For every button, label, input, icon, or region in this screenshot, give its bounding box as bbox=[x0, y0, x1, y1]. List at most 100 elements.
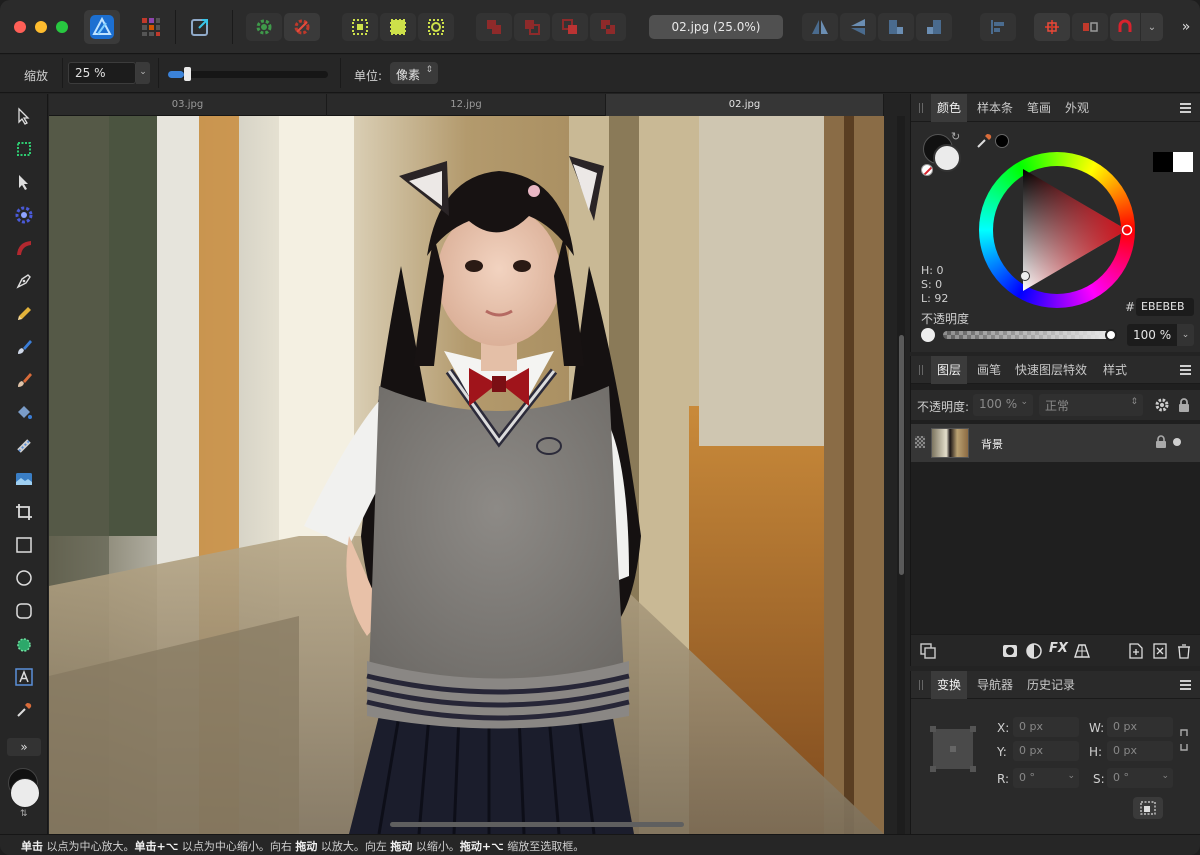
opacity-input[interactable]: 100 % bbox=[1127, 324, 1177, 346]
tab-02-jpg[interactable]: 02.jpg bbox=[606, 94, 884, 116]
vertical-scroll-thumb[interactable] bbox=[899, 335, 904, 575]
y-input[interactable]: 0 px bbox=[1013, 741, 1079, 761]
select-all-button[interactable] bbox=[342, 13, 378, 41]
visibility-checkerboard-icon[interactable] bbox=[915, 436, 925, 448]
w-input[interactable]: 0 px bbox=[1107, 717, 1173, 737]
snapping-button[interactable] bbox=[284, 13, 320, 41]
boolean-add-button[interactable] bbox=[476, 13, 512, 41]
anchor-selector[interactable] bbox=[930, 726, 976, 772]
paint-brush-tool[interactable] bbox=[10, 333, 38, 361]
settings-button[interactable] bbox=[246, 13, 282, 41]
assistant-button[interactable] bbox=[1034, 13, 1070, 41]
close-window-button[interactable] bbox=[14, 21, 26, 33]
tab-brushes[interactable]: 画笔 bbox=[971, 356, 1007, 384]
primary-colour-swatch[interactable] bbox=[10, 778, 40, 808]
node-tool[interactable] bbox=[10, 168, 38, 196]
panel-grip-icon[interactable] bbox=[919, 365, 923, 375]
flip-vertical-button[interactable] bbox=[840, 13, 876, 41]
group-layers-icon[interactable] bbox=[1151, 642, 1169, 660]
tab-styles[interactable]: 样式 bbox=[1097, 356, 1133, 384]
selection-brush-tool[interactable] bbox=[10, 630, 38, 658]
fx-icon[interactable]: FX bbox=[1049, 641, 1068, 656]
minimize-window-button[interactable] bbox=[35, 21, 47, 33]
boolean-xor-button[interactable] bbox=[590, 13, 626, 41]
healing-brush-tool[interactable] bbox=[10, 432, 38, 460]
white-swatch[interactable] bbox=[1173, 152, 1193, 172]
panel-grip-icon[interactable] bbox=[919, 680, 923, 690]
flip-horizontal-button[interactable] bbox=[802, 13, 838, 41]
rotate-left-button[interactable] bbox=[878, 13, 914, 41]
tab-stroke[interactable]: 笔画 bbox=[1021, 94, 1057, 122]
crop-tool[interactable] bbox=[10, 498, 38, 526]
export-persona-button[interactable] bbox=[182, 13, 218, 41]
panel-menu-icon[interactable] bbox=[1180, 365, 1191, 375]
paint-mixer-tool[interactable] bbox=[10, 234, 38, 262]
snapping-magnet-button[interactable] bbox=[1110, 13, 1140, 41]
shear-input[interactable]: 0 ° ⌄ bbox=[1107, 768, 1173, 788]
black-swatch[interactable] bbox=[1153, 152, 1173, 172]
tab-colour[interactable]: 颜色 bbox=[931, 94, 968, 122]
boolean-intersect-button[interactable] bbox=[552, 13, 588, 41]
eyedropper-icon[interactable] bbox=[975, 132, 993, 150]
lock-icon[interactable] bbox=[1155, 435, 1167, 449]
liquify-persona-button[interactable] bbox=[133, 13, 169, 41]
panel-menu-icon[interactable] bbox=[1180, 680, 1191, 690]
artboard-tool[interactable] bbox=[10, 135, 38, 163]
layer-row-background[interactable]: 背景 bbox=[911, 424, 1200, 462]
photo-persona-button[interactable] bbox=[84, 10, 120, 44]
tab-history[interactable]: 历史记录 bbox=[1021, 671, 1081, 699]
opacity-slider[interactable] bbox=[943, 331, 1111, 339]
text-tool[interactable] bbox=[10, 663, 38, 691]
move-tool[interactable] bbox=[10, 102, 38, 130]
tab-quick-fx[interactable]: 快速图层特效 bbox=[1009, 356, 1093, 384]
tab-appearance[interactable]: 外观 bbox=[1059, 94, 1095, 122]
layer-opacity-input[interactable]: 100 % ⌄ bbox=[973, 394, 1033, 416]
zoom-dropdown-button[interactable]: ⌄ bbox=[136, 62, 150, 84]
lock-icon[interactable] bbox=[1177, 397, 1191, 413]
adjustment-icon[interactable] bbox=[1025, 642, 1043, 660]
snapping-dropdown-button[interactable]: ⌄ bbox=[1141, 13, 1163, 41]
zoom-window-button[interactable] bbox=[56, 21, 68, 33]
trash-icon[interactable] bbox=[1175, 642, 1193, 660]
invert-selection-button[interactable] bbox=[418, 13, 454, 41]
opacity-slider-knob[interactable] bbox=[1105, 329, 1117, 341]
transform-options-button[interactable] bbox=[1133, 797, 1163, 819]
rounded-rectangle-tool[interactable] bbox=[10, 597, 38, 625]
hex-input[interactable]: EBEBEB bbox=[1136, 298, 1194, 316]
tab-layers[interactable]: 图层 bbox=[931, 356, 968, 384]
blend-mode-select[interactable]: 正常 ⇕ bbox=[1039, 394, 1143, 416]
unit-select[interactable]: 像素 ⇕ bbox=[390, 62, 438, 84]
link-icon[interactable] bbox=[1179, 727, 1189, 753]
more-toolbar-button[interactable]: » bbox=[1176, 13, 1196, 41]
panel-menu-icon[interactable] bbox=[1180, 103, 1191, 113]
pencil-tool[interactable] bbox=[10, 300, 38, 328]
tab-transform[interactable]: 变换 bbox=[931, 671, 968, 699]
panel-grip-icon[interactable] bbox=[919, 103, 923, 113]
mask-icon[interactable] bbox=[1001, 642, 1019, 660]
rotate-right-button[interactable] bbox=[916, 13, 952, 41]
add-layer-icon[interactable] bbox=[1127, 642, 1145, 660]
swap-colours-icon[interactable]: ⇅ bbox=[20, 809, 28, 819]
alignment-button[interactable] bbox=[980, 13, 1016, 41]
tab-swatches[interactable]: 样本条 bbox=[971, 94, 1019, 122]
pixel-view-button[interactable] bbox=[1072, 13, 1108, 41]
swap-icon[interactable]: ↻ bbox=[951, 130, 960, 143]
no-colour-icon[interactable] bbox=[921, 164, 933, 176]
rotation-input[interactable]: 0 ° ⌄ bbox=[1013, 768, 1079, 788]
document-canvas[interactable] bbox=[49, 116, 884, 834]
saturation-triangle[interactable] bbox=[979, 152, 1135, 308]
zoom-slider[interactable] bbox=[168, 67, 328, 81]
pen-tool[interactable] bbox=[10, 267, 38, 295]
zoom-value-input[interactable]: 25 % bbox=[68, 62, 136, 84]
fill-colour-well[interactable] bbox=[933, 144, 961, 172]
rectangle-tool[interactable] bbox=[10, 531, 38, 559]
tab-navigator[interactable]: 导航器 bbox=[971, 671, 1019, 699]
gear-icon[interactable] bbox=[1154, 397, 1170, 413]
expand-tools-button[interactable]: » bbox=[7, 738, 41, 756]
colour-replacement-tool[interactable] bbox=[10, 366, 38, 394]
image-tool[interactable] bbox=[10, 465, 38, 493]
visibility-dot-icon[interactable] bbox=[1173, 438, 1181, 446]
colour-wells[interactable]: ⇅ bbox=[8, 768, 40, 819]
tab-03-jpg[interactable]: 03.jpg bbox=[49, 94, 327, 116]
horizontal-scroll-thumb[interactable] bbox=[390, 822, 684, 827]
